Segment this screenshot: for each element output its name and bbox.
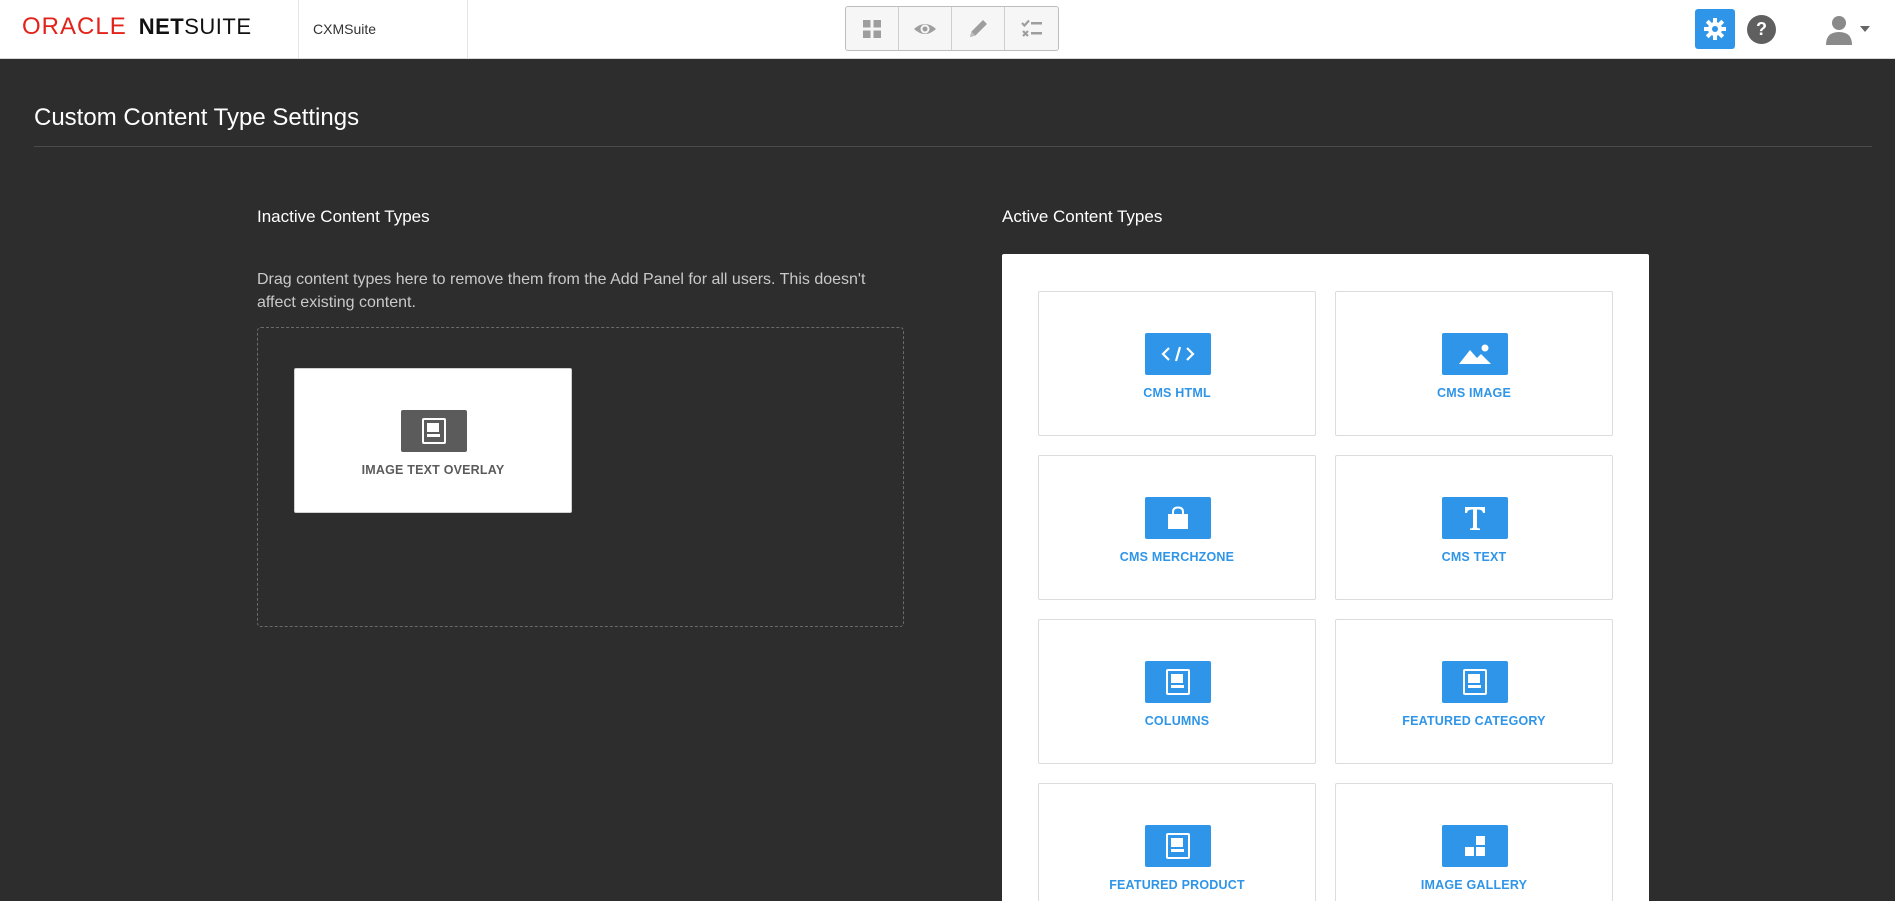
content-type-card-columns[interactable]: COLUMNS xyxy=(1038,619,1316,764)
divider xyxy=(34,146,1872,147)
card-label: IMAGE GALLERY xyxy=(1420,878,1528,892)
inactive-description: Drag content types here to remove them f… xyxy=(257,271,866,311)
user-menu-button[interactable] xyxy=(1822,12,1874,46)
eye-icon xyxy=(914,23,936,34)
review-mode-button[interactable] xyxy=(1005,7,1058,50)
icon-tile xyxy=(401,410,467,452)
content-type-card-cms-merchzone[interactable]: CMS MERCHZONE xyxy=(1038,455,1316,600)
icon-tile xyxy=(1145,333,1211,375)
settings-button[interactable] xyxy=(1695,9,1735,49)
landscape-image-icon xyxy=(1459,344,1491,364)
card-label: IMAGE TEXT OVERLAY xyxy=(361,463,505,477)
card-label: FEATURED CATEGORY xyxy=(1402,714,1546,728)
placeholder-image-icon xyxy=(1166,669,1190,695)
content-type-card-cms-html[interactable]: CMS HTML xyxy=(1038,291,1316,436)
card-label: CMS MERCHZONE xyxy=(1119,550,1235,564)
inactive-dropzone[interactable]: IMAGE TEXT OVERLAY xyxy=(257,327,904,627)
card-label: CMS TEXT xyxy=(1441,550,1507,564)
icon-tile xyxy=(1145,825,1211,867)
brand-oracle: ORACLE xyxy=(22,13,127,40)
placeholder-image-icon xyxy=(1166,833,1190,859)
icon-tile xyxy=(1442,825,1508,867)
card-label: CMS HTML xyxy=(1143,386,1211,400)
content-type-card-image-text-overlay[interactable]: IMAGE TEXT OVERLAY xyxy=(294,368,572,513)
active-heading: Active Content Types xyxy=(1002,207,1163,226)
icon-tile xyxy=(1442,497,1508,539)
card-label: FEATURED PRODUCT xyxy=(1109,878,1245,892)
icon-tile xyxy=(1442,333,1508,375)
mode-toolbar xyxy=(845,6,1059,51)
grid-icon xyxy=(863,19,881,38)
code-icon xyxy=(1161,346,1195,362)
content-type-card-image-gallery[interactable]: IMAGE GALLERY xyxy=(1335,783,1613,901)
brand-netsuite: NETSUITE xyxy=(138,14,252,39)
page-title: Custom Content Type Settings xyxy=(34,104,360,131)
content-type-card-cms-image[interactable]: CMS IMAGE xyxy=(1335,291,1613,436)
user-icon xyxy=(1822,12,1856,46)
placeholder-image-icon xyxy=(422,418,446,444)
placeholder-image-icon xyxy=(1463,669,1487,695)
text-t-icon xyxy=(1465,507,1485,530)
grid-mode-button[interactable] xyxy=(846,7,899,50)
content-type-card-featured-category[interactable]: FEATURED CATEGORY xyxy=(1335,619,1613,764)
card-label: CMS IMAGE xyxy=(1436,386,1512,400)
card-label: COLUMNS xyxy=(1144,714,1210,728)
oracle-netsuite-logo: ORACLE NETSUITE xyxy=(22,13,252,40)
gear-icon xyxy=(1704,18,1726,40)
top-bar: ORACLE NETSUITE CXMSuite ? xyxy=(0,0,1895,59)
help-icon: ? xyxy=(1756,19,1767,39)
help-button[interactable]: ? xyxy=(1747,15,1776,44)
icon-tile xyxy=(1145,497,1211,539)
preview-mode-button[interactable] xyxy=(899,7,952,50)
edit-mode-button[interactable] xyxy=(952,7,1005,50)
inactive-heading: Inactive Content Types xyxy=(257,207,430,226)
icon-tile xyxy=(1442,661,1508,703)
icon-tile xyxy=(1145,661,1211,703)
content-type-card-cms-text[interactable]: CMS TEXT xyxy=(1335,455,1613,600)
pencil-icon xyxy=(970,19,987,37)
content-type-card-featured-product[interactable]: FEATURED PRODUCT xyxy=(1038,783,1316,901)
active-content-types-panel: CMS HTML CMS IMAGE CMS MERCHZONE CMS TEX… xyxy=(1002,254,1649,901)
shopping-bag-icon xyxy=(1168,506,1188,529)
checklist-icon xyxy=(1020,19,1042,37)
chevron-down-icon xyxy=(1860,26,1870,32)
gallery-icon xyxy=(1465,836,1485,856)
site-name: CXMSuite xyxy=(298,0,468,58)
